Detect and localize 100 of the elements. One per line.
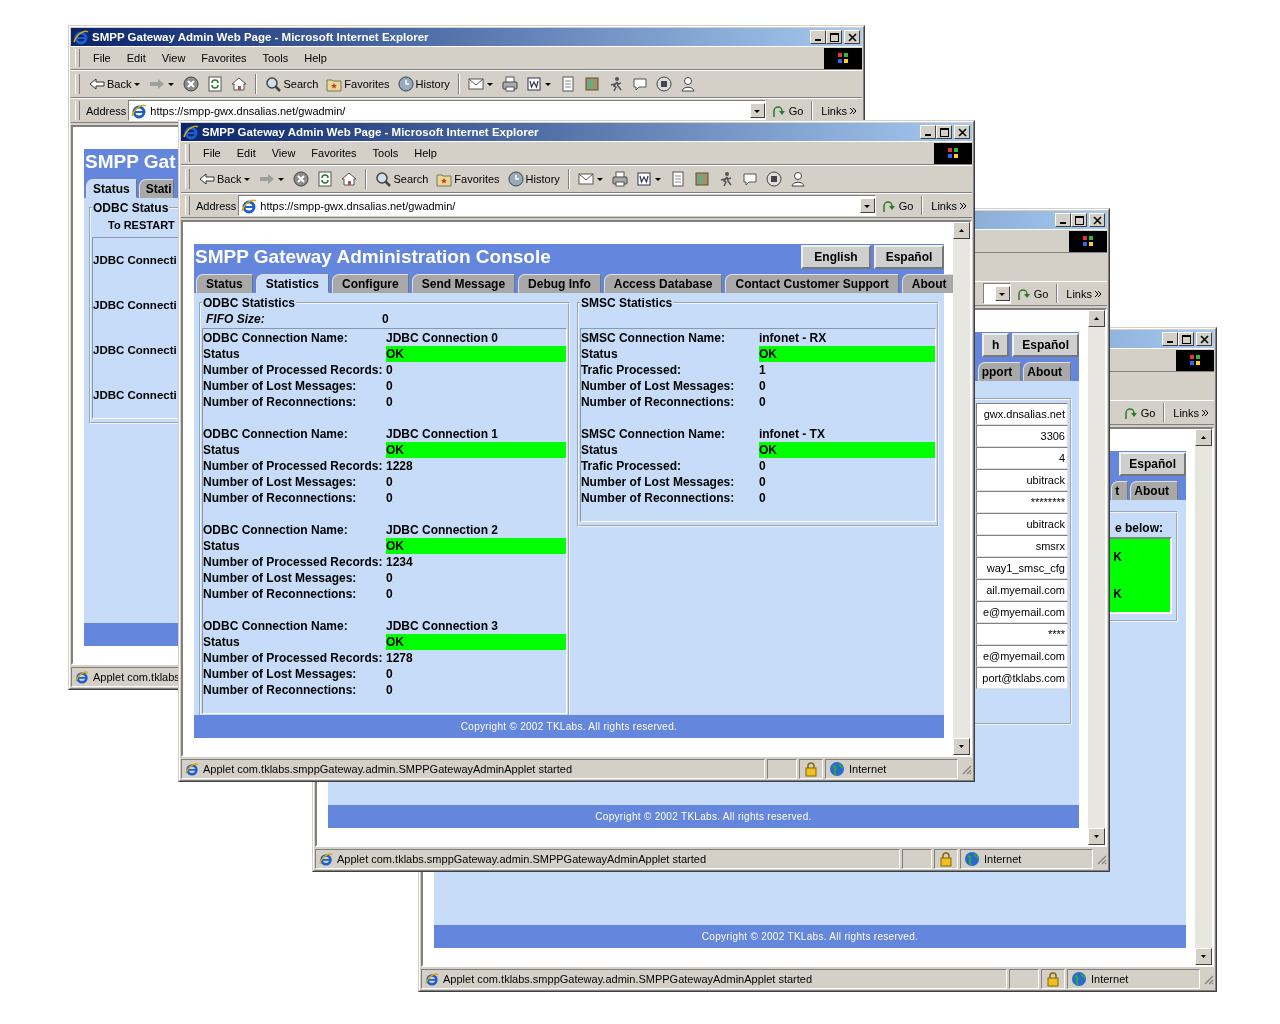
tab[interactable]: About [901,274,953,293]
minimize-icon [925,134,931,136]
input-field[interactable]: ubitrack [976,513,1068,535]
tab[interactable]: Statistics [255,274,330,293]
menu-item[interactable]: Favorites [304,147,364,159]
scroll-down-button[interactable] [953,738,970,755]
go-button[interactable]: Go [877,196,917,215]
language-button[interactable]: Español [1012,333,1079,357]
caret-icon [543,80,552,88]
close-button[interactable] [1196,332,1212,346]
dropdown-button[interactable] [859,198,875,213]
language-button[interactable]: English [801,245,871,269]
field-value: 1 [758,362,767,378]
circle-icon [765,171,782,187]
tab[interactable]: Status [86,179,137,198]
input-field[interactable]: ******** [976,491,1068,513]
input-field[interactable]: e@myemail.com [976,645,1068,667]
chevron-icon [1201,408,1209,417]
menu-item[interactable]: Help [407,147,444,159]
go-button[interactable]: Go [767,101,807,120]
field-value: 0 [758,458,767,474]
input-field[interactable]: **** [976,623,1068,645]
field-value: 1228 [386,458,414,474]
tab[interactable]: Send Message [411,274,516,293]
address-field[interactable]: https://smpp-gwx.dnsalias.net/gwadmin/ [128,100,766,121]
dropdown-button[interactable] [994,286,1010,301]
input-field[interactable]: smsrx [976,535,1068,557]
history-icon [397,76,414,92]
menu-item[interactable]: Tools [365,147,406,159]
tab[interactable]: Access Database [603,274,723,293]
tab[interactable]: Stati [138,179,174,198]
menu-item[interactable]: Edit [119,52,153,64]
search-button[interactable]: Search [262,75,322,93]
language-button[interactable]: Español [874,245,944,269]
input-field[interactable]: 3306 [976,425,1068,447]
tab[interactable]: Contact Customer Support [725,274,899,293]
links-button[interactable]: Links [928,198,970,213]
tab[interactable]: t [1111,481,1129,500]
input-field[interactable]: way1_smsc_cfg [976,557,1068,579]
menu-item[interactable]: View [264,147,303,159]
tab[interactable]: Configure [332,274,409,293]
menu-item[interactable]: File [86,52,118,64]
back-button[interactable]: Back [196,170,255,188]
zone-text: Internet [984,853,1022,865]
minimize-button[interactable] [1162,332,1178,346]
input-field[interactable]: 4 [976,447,1068,469]
input-field[interactable]: port@tklabs.com [976,667,1068,689]
links-button[interactable]: Links [1170,405,1212,420]
scroll-up-button[interactable] [1088,310,1105,327]
input-field[interactable]: ail.myemail.com [976,579,1068,601]
minimize-button[interactable] [810,30,826,44]
address-field[interactable] [982,283,1011,304]
close-button[interactable] [1089,213,1105,227]
forward-arrow-icon [149,76,166,92]
close-button[interactable] [954,125,970,139]
menu-item[interactable]: Tools [255,52,296,64]
tab[interactable]: About [1023,362,1071,381]
maximize-button[interactable] [1178,332,1194,346]
scroll-down-button[interactable] [1088,828,1105,845]
input-field[interactable]: gwx.dnsalias.net [976,403,1068,425]
back-button[interactable]: Back [86,75,145,93]
maximize-button[interactable] [826,30,842,44]
scroll-up-button[interactable] [1195,429,1212,446]
scroll-up-button[interactable] [953,222,970,239]
tab[interactable]: Status [196,274,253,293]
tab[interactable]: pport [977,362,1022,381]
history-button[interactable]: History [504,170,563,188]
menu-item[interactable]: View [154,52,193,64]
links-button[interactable]: Links [1063,286,1105,301]
minimize-button[interactable] [1055,213,1071,227]
history-button[interactable]: History [394,75,453,93]
menu-item[interactable]: File [196,147,228,159]
language-button[interactable]: h [981,333,1010,357]
dropdown-button[interactable] [749,103,765,118]
field-value: 1234 [386,554,414,570]
maximize-button[interactable] [1071,213,1087,227]
menu-item[interactable]: Edit [229,147,263,159]
group-title: ODBC Statistics [202,296,297,310]
menu-item[interactable]: Favorites [194,52,254,64]
field-label: Number of Lost Messages: [580,378,736,394]
status-text: K [1113,550,1122,565]
field-label: Number of Reconnections: [580,490,736,506]
language-button[interactable]: Español [1119,452,1186,476]
go-button[interactable]: Go [1119,403,1159,422]
close-button[interactable] [844,30,860,44]
scroll-down-button[interactable] [1195,948,1212,965]
search-button[interactable]: Search [372,170,432,188]
minimize-button[interactable] [920,125,936,139]
address-field[interactable]: https://smpp-gwx.dnsalias.net/gwadmin/ [238,195,876,216]
input-field[interactable]: e@myemail.com [976,601,1068,623]
field-value: 0 [386,394,394,410]
menu-item[interactable]: Help [297,52,334,64]
links-button[interactable]: Links [818,103,860,118]
favorites-button[interactable]: Favorites [433,170,503,188]
tab[interactable]: About [1130,481,1178,500]
favorites-button[interactable]: Favorites [323,75,393,93]
go-button[interactable]: Go [1012,284,1052,303]
tab[interactable]: Debug Info [518,274,601,293]
maximize-button[interactable] [936,125,952,139]
input-field[interactable]: ubitrack [976,469,1068,491]
